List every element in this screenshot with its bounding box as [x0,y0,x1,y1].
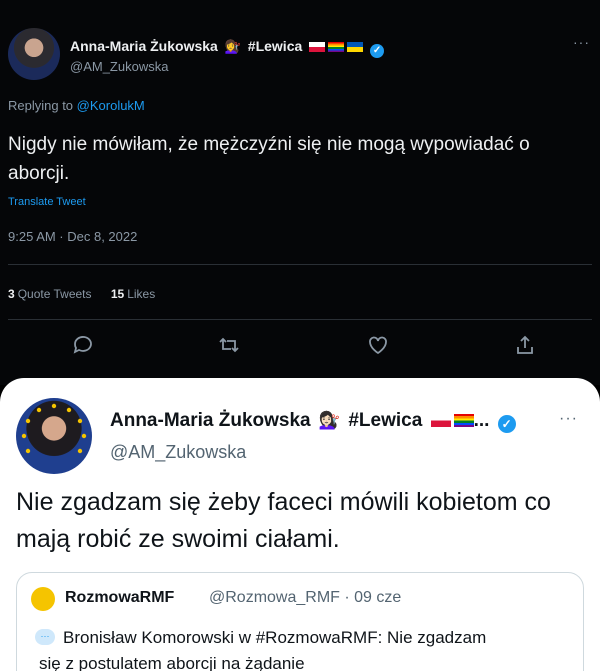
quoted-tweet[interactable]: RozmowaRMF @Rozmowa_RMF · 09 cze ··· Bro… [16,572,584,671]
avatar[interactable] [8,28,60,80]
retweet-icon[interactable] [217,333,241,357]
author-handle[interactable]: @AM_Zukowska [110,442,246,463]
divider [8,264,592,265]
quote-count[interactable]: 3 [8,287,15,301]
quoted-author-meta: @Rozmowa_RMF · 09 cze [209,589,402,606]
tweet-actions [0,333,600,357]
author-handle[interactable]: @AM_Zukowska [70,59,168,74]
watermark-logo [542,636,592,671]
quoted-text-line-1: Bronisław Komorowski w #RozmowaRMF: Nie … [63,628,487,647]
more-options-icon[interactable]: ··· [573,34,590,50]
verified-badge-icon: ✓ [497,415,516,433]
tweet-text: Nie zgadzam się żeby faceci mówili kobie… [16,488,551,553]
author-name-line[interactable]: Anna-Maria Żukowska 💇🏻‍♀️ #Lewica ... ✓ [110,410,516,433]
rainbow-flag-icon [328,42,345,52]
name-ellipsis: ... [473,410,490,431]
author-name[interactable]: Anna-Maria Żukowska [110,410,311,431]
tweet-stats: 3 Quote Tweets 15 Likes [8,287,155,301]
ukraine-flag-icon [347,42,364,52]
replying-to: Replying to @KorolukM [8,98,145,113]
eu-stars-icon [21,403,87,454]
like-heart-icon[interactable] [366,333,390,357]
quote-label[interactable]: Quote Tweets [18,287,92,301]
replying-to-link[interactable]: @KorolukM [77,98,145,113]
hashtag: #Lewica [348,410,423,431]
translate-tweet-link[interactable]: Translate Tweet [8,196,86,208]
speech-bubble-icon: ··· [35,629,55,645]
poland-flag-icon [309,42,326,52]
verified-badge-icon: ✓ [370,44,385,58]
tweet-text: Nigdy nie mówiłam, że mężczyźni się nie … [8,134,530,184]
likes-label[interactable]: Likes [127,287,155,301]
rainbow-flag-icon [453,414,474,427]
tweet-timestamp[interactable]: 9:25 AM · Dec 8, 2022 [8,229,137,244]
quoted-text-line-2: się z postulatem aborcji na żądanie [39,654,305,671]
share-icon[interactable] [513,333,537,357]
bottom-tweet: Anna-Maria Żukowska 💇🏻‍♀️ #Lewica ... ✓ … [0,378,600,671]
quoted-author-name[interactable]: RozmowaRMF [65,589,174,607]
rmf-logo-icon [31,587,55,611]
haircut-emoji-icon: 💇🏻‍♀️ [318,411,341,430]
haircut-emoji-icon: 💇‍♀️ [224,39,241,54]
hashtag: #Lewica [247,38,303,54]
top-tweet: Anna-Maria Żukowska 💇‍♀️ #Lewica ✓ @AM_Z… [0,0,600,385]
likes-count[interactable]: 15 [111,287,124,301]
poland-flag-icon [430,414,451,427]
more-options-icon[interactable]: ··· [559,410,578,428]
divider [8,319,592,320]
author-name[interactable]: Anna-Maria Żukowska [70,38,218,54]
author-name-line[interactable]: Anna-Maria Żukowska 💇‍♀️ #Lewica ✓ [70,38,385,58]
reply-icon[interactable] [71,333,95,357]
replying-prefix: Replying to [8,98,77,113]
